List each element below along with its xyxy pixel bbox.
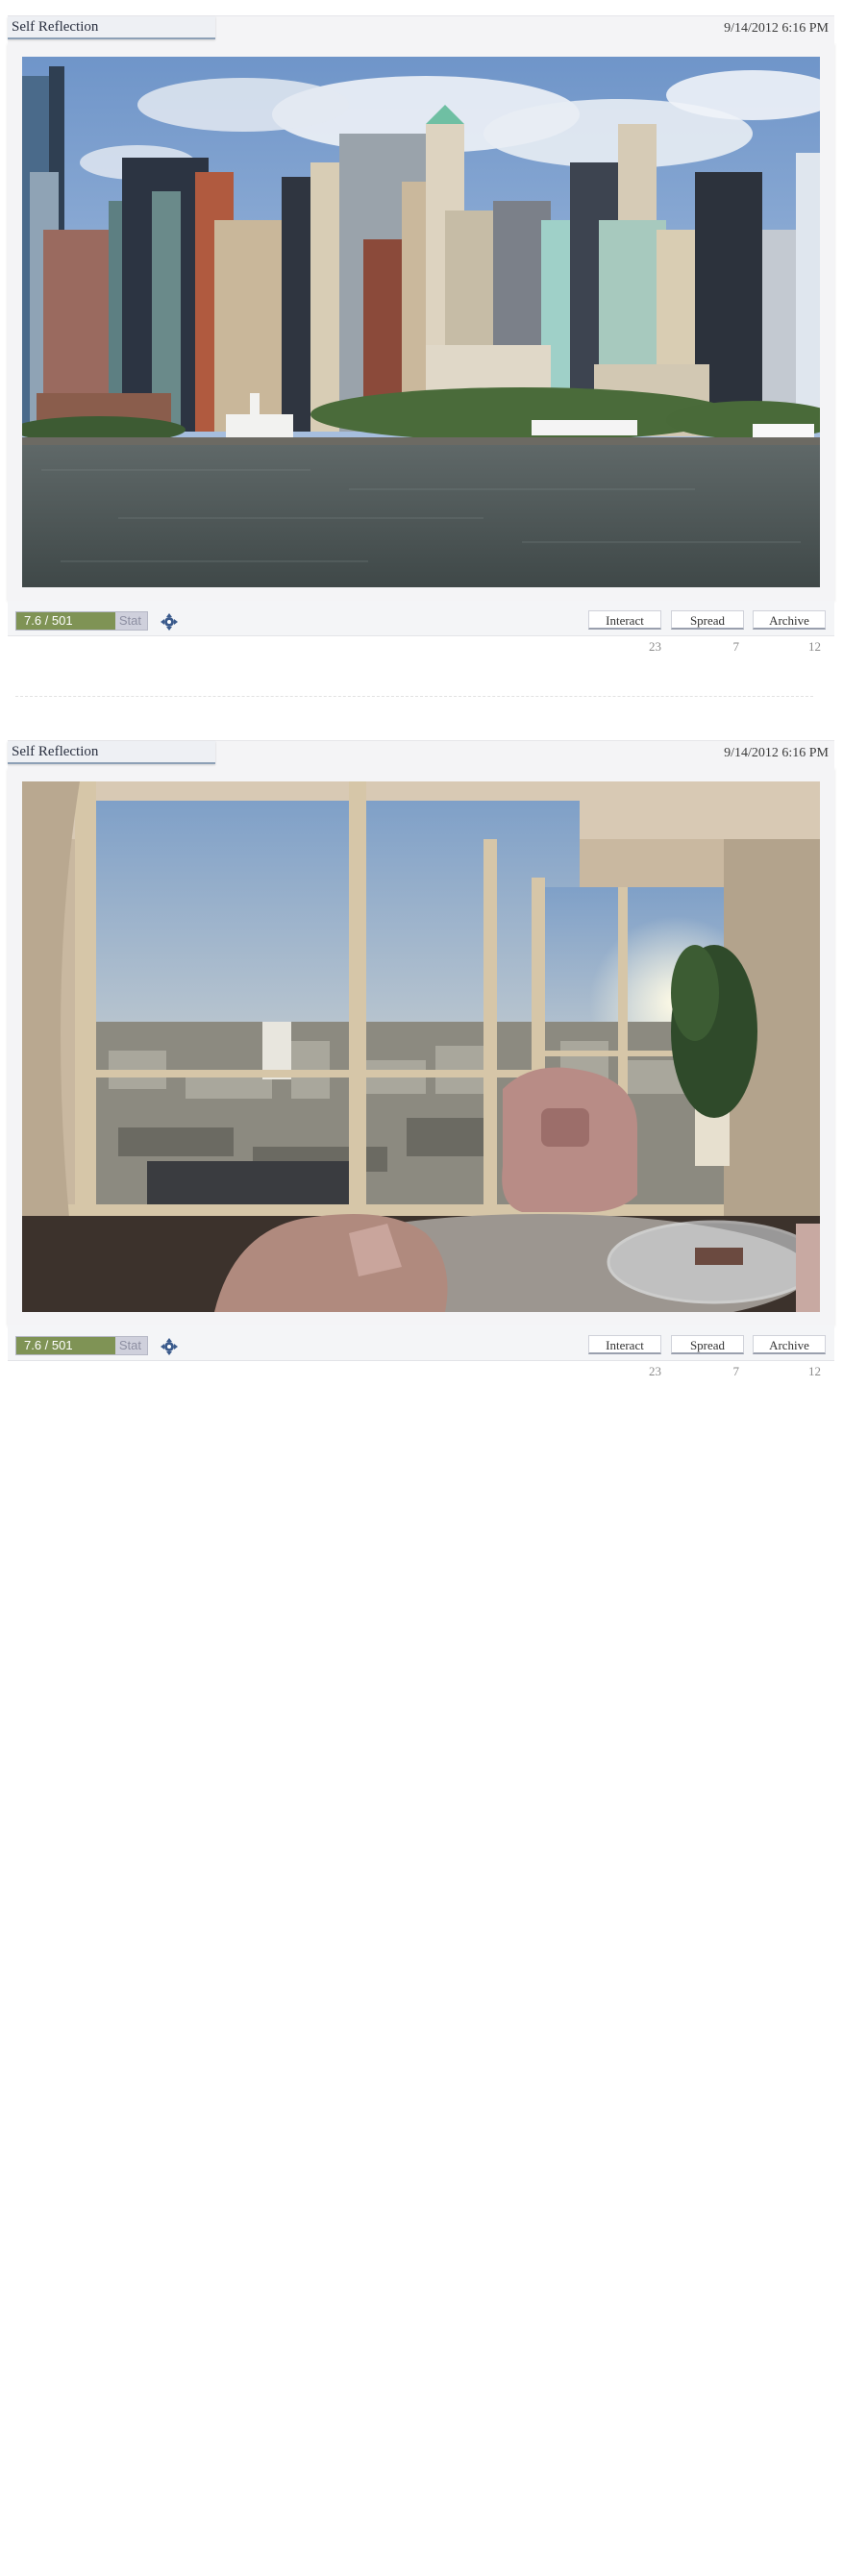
- rating-text: 7.6 / 501: [24, 613, 73, 628]
- photo-frame: [8, 43, 834, 601]
- interact-count: 23: [649, 1364, 661, 1378]
- action-bar: 7.6 / 501 Stat Interact Spread Archive: [8, 601, 834, 636]
- stat-label: Stat: [118, 1338, 141, 1352]
- action-bar: 7.6 / 501 Stat Interact Spread Archive: [8, 1325, 834, 1361]
- interact-button[interactable]: Interact: [588, 610, 661, 630]
- expand-arrows-icon[interactable]: [160, 612, 179, 632]
- photo-frame: [8, 768, 834, 1325]
- post-divider: [15, 696, 813, 697]
- rating-meter[interactable]: 7.6 / 501 Stat: [15, 1336, 148, 1355]
- post-card: Self Reflection 9/14/2012 6:16 PM 7.6 / …: [8, 15, 834, 656]
- archive-count: 12: [808, 1364, 821, 1378]
- post-photo[interactable]: [22, 781, 820, 1312]
- stat-label: Stat: [118, 613, 141, 628]
- post-title[interactable]: Self Reflection: [8, 741, 215, 764]
- spread-button[interactable]: Spread: [671, 1335, 744, 1354]
- archive-button[interactable]: Archive: [753, 1335, 826, 1354]
- post-header: Self Reflection 9/14/2012 6:16 PM: [8, 740, 834, 768]
- post-header: Self Reflection 9/14/2012 6:16 PM: [8, 15, 834, 43]
- interact-button[interactable]: Interact: [588, 1335, 661, 1354]
- rating-meter[interactable]: 7.6 / 501 Stat: [15, 611, 148, 631]
- archive-button[interactable]: Archive: [753, 610, 826, 630]
- post-timestamp: 9/14/2012 6:16 PM: [724, 21, 829, 36]
- action-counts: 23 7 12: [8, 636, 834, 656]
- interact-count: 23: [649, 639, 661, 654]
- spread-count: 7: [732, 1364, 740, 1378]
- spread-count: 7: [732, 639, 740, 654]
- post-card: Self Reflection 9/14/2012 6:16 PM 7.6 / …: [8, 740, 834, 1380]
- post-photo[interactable]: [22, 57, 820, 587]
- action-counts: 23 7 12: [8, 1361, 834, 1380]
- expand-arrows-icon[interactable]: [160, 1337, 179, 1356]
- spread-button[interactable]: Spread: [671, 610, 744, 630]
- rating-text: 7.6 / 501: [24, 1338, 73, 1352]
- post-title[interactable]: Self Reflection: [8, 16, 215, 39]
- archive-count: 12: [808, 639, 821, 654]
- post-timestamp: 9/14/2012 6:16 PM: [724, 746, 829, 760]
